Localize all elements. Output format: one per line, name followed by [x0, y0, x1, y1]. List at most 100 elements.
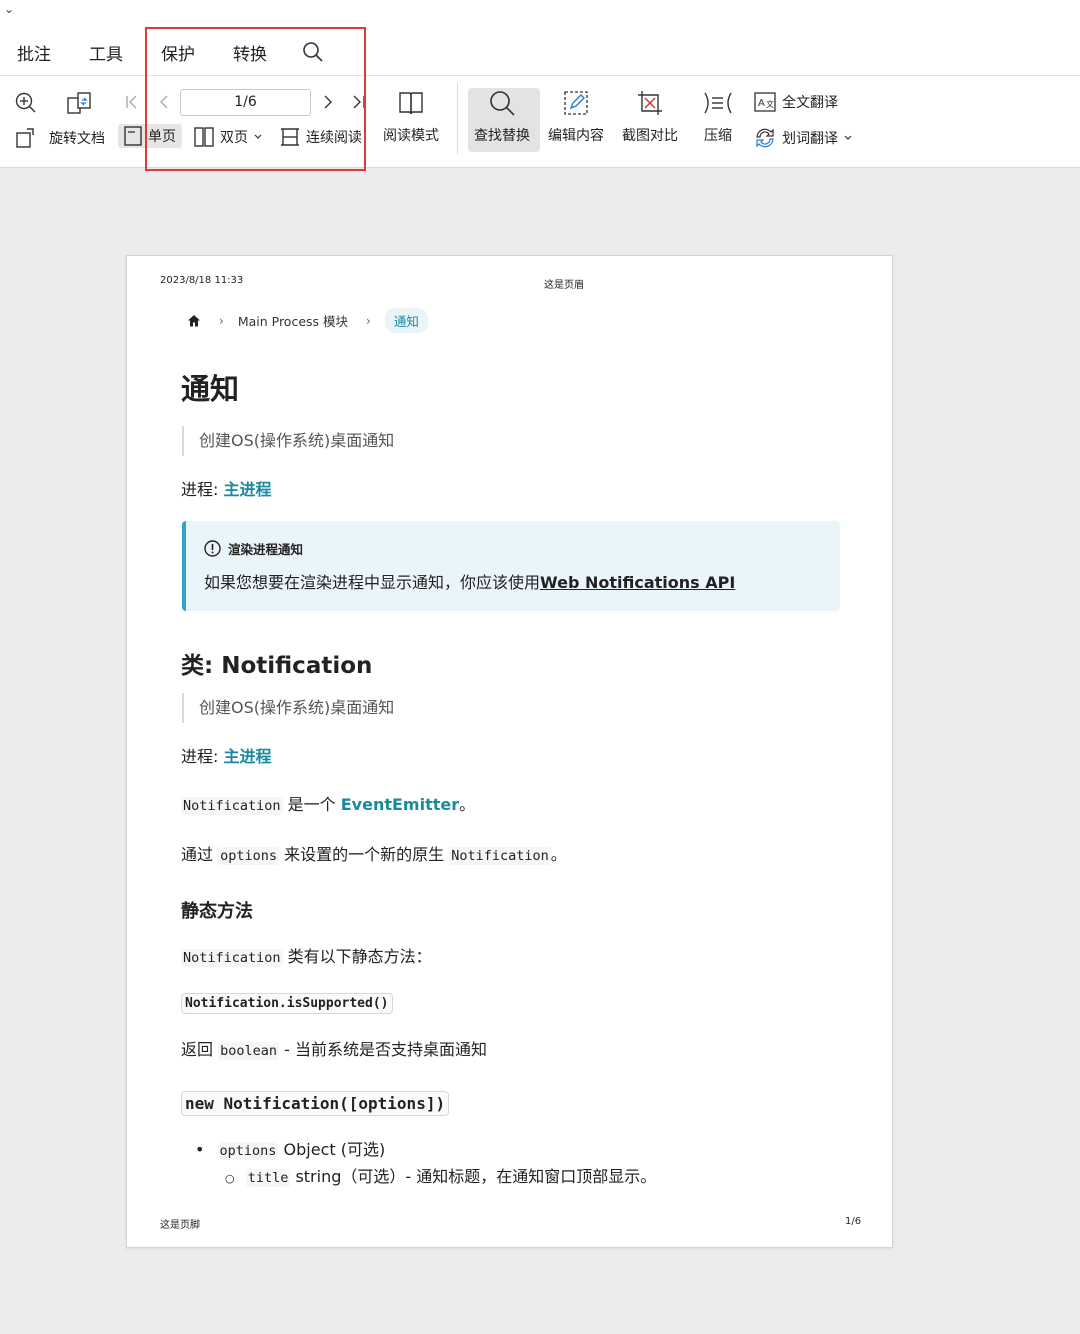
rotate-icon: [16, 128, 34, 148]
inline-code: boolean: [218, 1042, 280, 1060]
tab-convert[interactable]: 转换: [233, 40, 267, 65]
main-process-link[interactable]: 主进程: [224, 747, 272, 766]
word-translate-label: 划词翻译: [782, 131, 838, 147]
compress-icon: [704, 92, 732, 114]
emitter-end: 。: [459, 795, 476, 814]
web-notifications-link[interactable]: Web Notifications API: [540, 573, 735, 592]
single-page-button[interactable]: 单页: [118, 124, 182, 148]
main-process-link[interactable]: 主进程: [224, 480, 272, 499]
breadcrumb: › Main Process 模块 › 通知: [187, 308, 428, 333]
first-page-icon[interactable]: [124, 94, 140, 114]
crop-compare-icon: [638, 91, 662, 115]
breadcrumb-separator-icon: ›: [219, 313, 224, 328]
chevron-down-icon: [254, 134, 262, 139]
page-swap-icon[interactable]: [66, 90, 92, 120]
single-page-icon: [124, 126, 142, 146]
search-icon[interactable]: [302, 41, 324, 63]
inline-code: title: [245, 1169, 291, 1187]
callout-box: 渲染进程通知 如果您想要在渲染进程中显示通知，你应该使用Web Notifica…: [182, 521, 840, 611]
last-page-icon[interactable]: [351, 94, 365, 114]
single-page-label: 单页: [148, 129, 176, 145]
event-emitter-link[interactable]: EventEmitter: [341, 795, 459, 814]
options-end: 。: [550, 845, 567, 864]
home-icon[interactable]: [187, 314, 201, 327]
bullet-text: Object (可选): [283, 1140, 386, 1159]
toolbar-separator: [457, 83, 458, 155]
emitter-line: Notification 是一个 EventEmitter。: [181, 791, 475, 815]
full-translate-button[interactable]: A文 全文翻译: [754, 92, 838, 112]
list-item: • options Object (可选): [195, 1136, 385, 1160]
returns-pre: 返回: [181, 1040, 214, 1059]
tab-tools[interactable]: 工具: [89, 40, 123, 65]
double-page-button[interactable]: 双页: [194, 127, 262, 147]
constructor-signature: new Notification([options]): [181, 1091, 450, 1116]
translate-icon: A文: [754, 92, 776, 112]
continuous-read-button[interactable]: 连续阅读: [280, 127, 362, 147]
magnifier-icon: [490, 91, 515, 116]
tab-protect[interactable]: 保护: [161, 40, 195, 65]
prev-page-icon[interactable]: [157, 94, 171, 114]
continuous-icon: [281, 128, 299, 146]
inline-code: Notification: [181, 797, 283, 815]
static-methods-heading: 静态方法: [181, 901, 253, 922]
svg-text:文: 文: [766, 99, 774, 109]
callout-text: 如果您想要在渲染进程中显示通知，你应该使用Web Notifications A…: [204, 569, 735, 593]
compress-label: 压缩: [704, 128, 732, 144]
next-page-icon[interactable]: [321, 94, 335, 114]
breadcrumb-current: 通知: [384, 308, 428, 333]
method-signature: Notification.isSupported(): [181, 993, 393, 1014]
edit-icon: [564, 91, 588, 115]
menu-divider: [0, 75, 1080, 76]
class-heading: 类: Notification: [181, 653, 373, 679]
returns-text: - 当前系统是否支持桌面通知: [284, 1040, 487, 1059]
book-icon: [399, 92, 423, 115]
svg-text:A: A: [758, 98, 765, 109]
page-number-input[interactable]: 1/6: [180, 89, 311, 116]
breadcrumb-separator-icon: ›: [366, 313, 371, 328]
callout-title: 渲染进程通知: [204, 539, 303, 558]
continuous-read-label: 连续阅读: [306, 130, 362, 146]
process-label: 进程:: [181, 747, 219, 766]
header-date: 2023/8/18 11:33: [160, 275, 244, 286]
footer-text: 这是页脚: [160, 1220, 200, 1231]
static-line: Notification 类有以下静态方法：: [181, 943, 432, 967]
compress-button[interactable]: 压缩: [703, 89, 733, 145]
reading-mode-button[interactable]: 阅读模式: [383, 89, 439, 145]
zoom-in-icon[interactable]: [15, 92, 37, 118]
find-replace-button[interactable]: 查找替换: [474, 89, 530, 145]
emitter-text: 是一个: [287, 795, 336, 814]
double-page-icon: [194, 127, 214, 147]
inline-code: Notification: [181, 949, 283, 967]
chevron-down-icon: [844, 135, 852, 140]
options-pre: 通过: [181, 845, 214, 864]
blockquote: 创建OS(操作系统)桌面通知: [182, 693, 394, 723]
document-page: 2023/8/18 11:33 这是页眉 › Main Process 模块 ›…: [126, 255, 893, 1248]
process-line: 进程: 主进程: [181, 743, 272, 767]
screenshot-compare-label: 截图对比: [622, 128, 678, 144]
edit-content-button[interactable]: 编辑内容: [548, 89, 604, 145]
header-title: 这是页眉: [544, 280, 584, 291]
bullet-text: string（可选）- 通知标题，在通知窗口顶部显示。: [295, 1167, 657, 1186]
inline-code: options: [218, 847, 280, 865]
double-page-label: 双页: [220, 130, 248, 146]
reading-mode-label: 阅读模式: [383, 128, 439, 144]
word-translate-button[interactable]: 划词翻译: [754, 127, 852, 149]
returns-line: 返回 boolean - 当前系统是否支持桌面通知: [181, 1036, 487, 1060]
top-toolbar: ⌄ 批注 工具 保护 转换 1/6 旋转文档 单页 双页 连续阅读 阅读模式 查…: [0, 0, 1080, 171]
options-mid: 来设置的一个新的原生: [284, 845, 445, 864]
rotate-doc-button[interactable]: 旋转文档: [15, 127, 105, 149]
rotate-doc-label: 旋转文档: [49, 131, 105, 147]
find-replace-label: 查找替换: [474, 128, 530, 144]
blockquote: 创建OS(操作系统)桌面通知: [182, 426, 394, 456]
breadcrumb-section[interactable]: Main Process 模块: [238, 311, 348, 330]
inline-code: Notification: [449, 847, 551, 865]
screenshot-compare-button[interactable]: 截图对比: [622, 89, 678, 145]
bullet-circle-icon: ○: [225, 1172, 235, 1185]
tab-annotate[interactable]: 批注: [17, 40, 51, 65]
page-title: 通知: [181, 372, 240, 406]
process-label: 进程:: [181, 480, 219, 499]
collapse-chevron-icon[interactable]: ⌄: [4, 2, 20, 18]
info-alert-icon: [204, 540, 221, 557]
footer-page-number: 1/6: [845, 1216, 862, 1227]
full-translate-label: 全文翻译: [782, 95, 838, 111]
